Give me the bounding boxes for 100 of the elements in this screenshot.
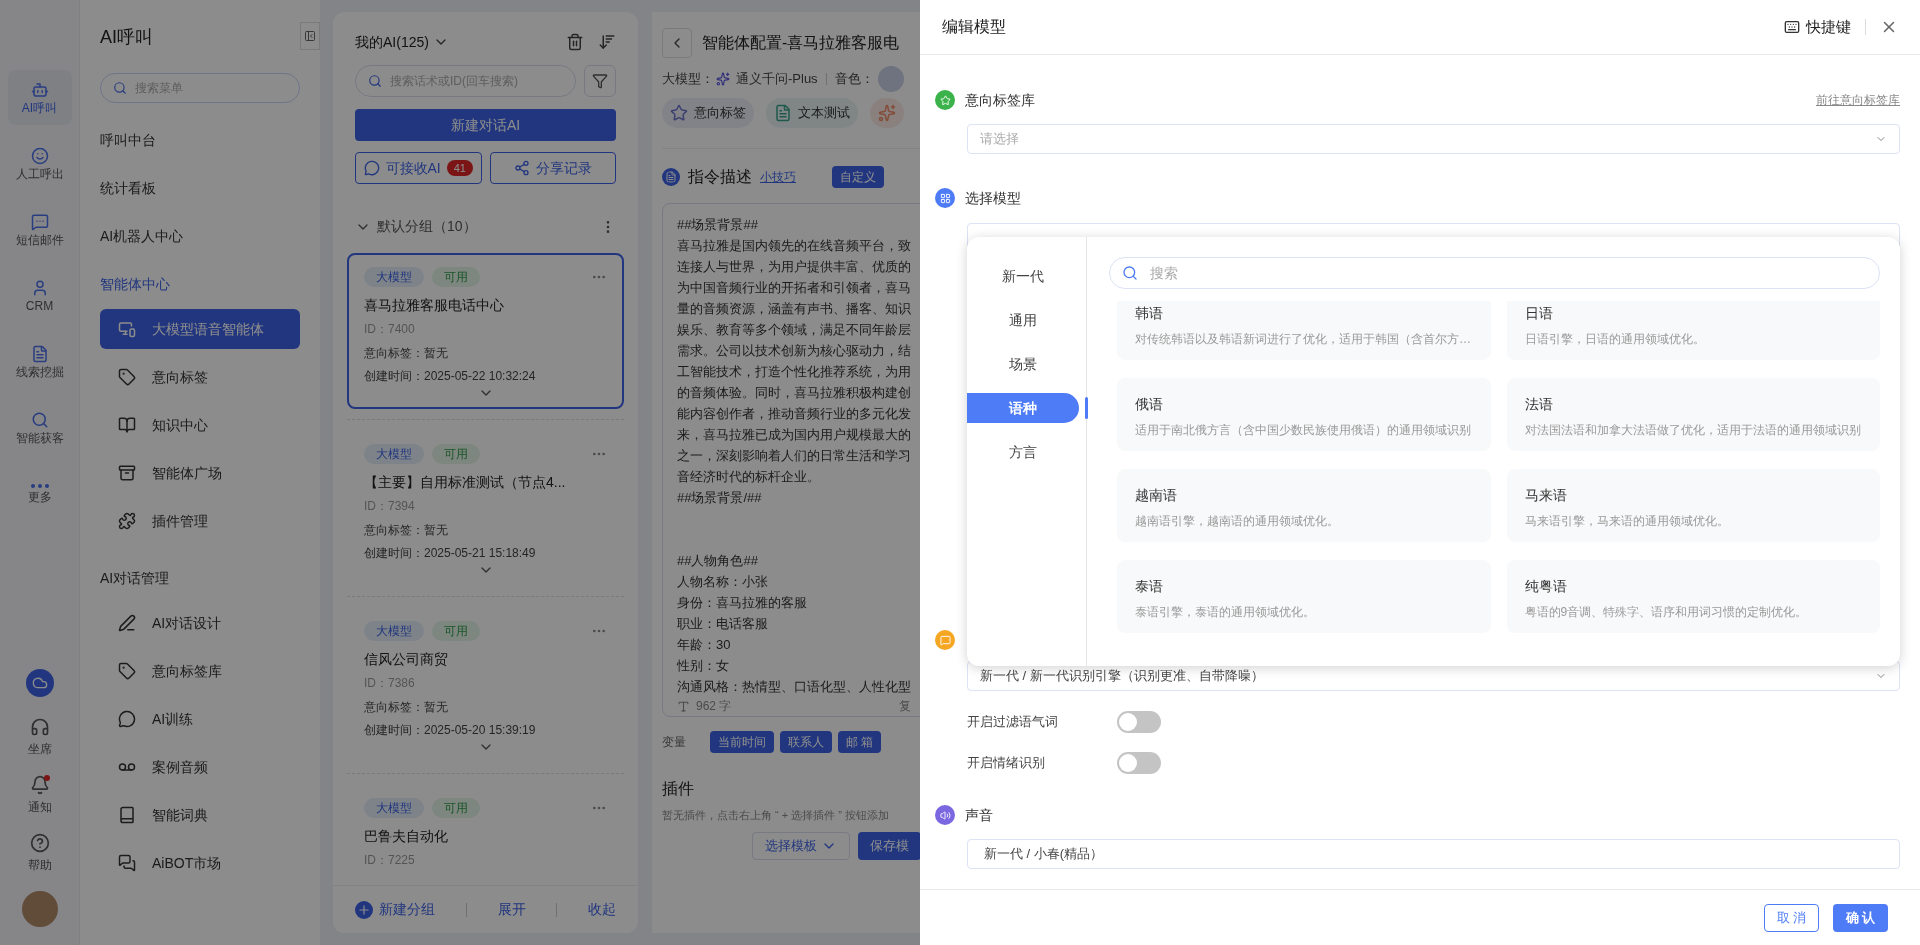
plus-icon[interactable] bbox=[355, 900, 373, 919]
category-tab[interactable]: 新一代 bbox=[967, 261, 1079, 291]
category-tab[interactable]: 方言 bbox=[967, 437, 1079, 467]
filter-button[interactable] bbox=[584, 65, 616, 97]
rail-item[interactable]: 通知 bbox=[27, 775, 52, 813]
menu-item[interactable]: 知识中心 bbox=[100, 405, 300, 445]
rail-item[interactable]: 更多 bbox=[7, 466, 72, 521]
model-option[interactable]: 韩语 对传统韩语以及韩语新词进行了优化，适用于韩国（含首尔方… bbox=[1117, 301, 1491, 360]
shortcut-link[interactable]: 快捷键 bbox=[1806, 15, 1851, 39]
collapse-icon[interactable] bbox=[304, 30, 316, 42]
cancel-button[interactable]: 取 消 bbox=[1764, 903, 1819, 932]
share-record-button[interactable]: 分享记录 bbox=[489, 152, 616, 184]
tool-button[interactable]: 意向标签 bbox=[662, 98, 754, 128]
rail-item[interactable]: CRM bbox=[7, 268, 72, 323]
ai-card[interactable]: 大模型 可用 喜马拉雅客服电话中心 ID：7400 意向标签：暂无 创建时间：2025-05-22 10:32:24 bbox=[347, 253, 624, 409]
keyboard-icon[interactable] bbox=[1784, 19, 1800, 35]
rail-item[interactable]: 线索挖掘 bbox=[7, 334, 72, 389]
variable-chip[interactable]: 联系人 bbox=[780, 731, 832, 753]
template-select-button[interactable]: 选择模板 bbox=[752, 831, 850, 860]
tool-button[interactable]: 文本测试 bbox=[766, 98, 858, 128]
rail-item[interactable]: 短信邮件 bbox=[7, 202, 72, 257]
menu-item[interactable]: 案例音频 bbox=[100, 747, 300, 787]
expand-link[interactable]: 展开 bbox=[497, 899, 526, 920]
selected-indicator bbox=[1085, 397, 1088, 419]
collapse-link[interactable]: 收起 bbox=[588, 899, 616, 920]
intent-library-link[interactable]: 前往意向标签库 bbox=[1816, 91, 1900, 109]
drawer-title: 编辑模型 bbox=[942, 17, 1006, 37]
filter-icon[interactable] bbox=[592, 73, 608, 89]
group-label[interactable]: 默认分组（10） bbox=[377, 216, 477, 237]
card-id: ID：7386 bbox=[364, 675, 416, 692]
category-tab[interactable]: 语种 bbox=[967, 393, 1079, 423]
card-id: ID：7225 bbox=[364, 852, 416, 869]
text-count-icon bbox=[677, 699, 690, 713]
rail-item[interactable]: AI呼叫 bbox=[7, 70, 72, 125]
ai-card[interactable]: 大模型 可用 巴鲁夫自动化 ID：7225 bbox=[347, 784, 624, 877]
instruction-line: 喜马拉雅是国内领先的在线音频平台，致 bbox=[677, 237, 912, 255]
tips-link[interactable]: 小技巧 bbox=[760, 168, 796, 186]
sort-icon[interactable] bbox=[598, 33, 616, 51]
rail-item[interactable]: 帮助 bbox=[27, 833, 52, 871]
card-intent: 意向标签：暂无 bbox=[364, 522, 449, 539]
model-option[interactable]: 马来语 马来语引擎，马来语的通用领域优化。 bbox=[1506, 469, 1880, 542]
instruction-line: 娱乐、教育等多个领域，满足不同年龄层 bbox=[677, 321, 912, 339]
menu-group[interactable]: 呼叫中台 bbox=[100, 129, 300, 151]
menu-item[interactable]: AiBOT市场 bbox=[100, 843, 300, 883]
instruction-line: 性别：女 bbox=[677, 657, 730, 675]
menu-item[interactable]: 意向标签 bbox=[100, 357, 300, 397]
custom-button[interactable]: 自定义 bbox=[832, 166, 884, 188]
variable-chip[interactable]: 邮 箱 bbox=[838, 731, 882, 753]
category-tab[interactable]: 场景 bbox=[967, 349, 1079, 379]
new-group-link[interactable]: 新建分组 bbox=[379, 899, 435, 920]
menu-item[interactable]: 大模型语音智能体 bbox=[100, 309, 300, 349]
menu-item[interactable]: 智能词典 bbox=[100, 795, 300, 835]
trash-icon[interactable] bbox=[566, 33, 584, 51]
intent-library-select[interactable]: 请选择 bbox=[967, 124, 1900, 154]
variable-chip[interactable]: 当前时间 bbox=[710, 731, 774, 753]
tool-button[interactable] bbox=[870, 98, 904, 128]
model-option[interactable]: 越南语 越南语引擎，越南语的通用领域优化。 bbox=[1117, 469, 1491, 542]
toggle-switch[interactable] bbox=[1117, 711, 1161, 733]
copy-link[interactable]: 复 bbox=[899, 697, 912, 715]
save-template-button[interactable]: 保存模 bbox=[858, 831, 920, 860]
toggle-switch[interactable] bbox=[1117, 752, 1161, 774]
book-icon bbox=[118, 806, 136, 824]
list-title[interactable]: 我的AI(125) bbox=[355, 31, 429, 53]
menu-item[interactable]: 意向标签库 bbox=[100, 651, 300, 691]
instruction-line: 人物名称：小张 bbox=[677, 573, 769, 591]
rail-item[interactable]: 人工呼出 bbox=[7, 136, 72, 191]
model-option[interactable]: 泰语 泰语引擎，泰语的通用领域优化。 bbox=[1117, 560, 1491, 633]
logo-icon[interactable] bbox=[25, 669, 54, 697]
model-option[interactable]: 纯粤语 粤语的9音调、特殊字、语序和用词习惯的定制优化。 bbox=[1506, 560, 1880, 633]
rail-item[interactable]: 坐席 bbox=[27, 717, 52, 755]
menu-item[interactable]: 插件管理 bbox=[100, 501, 300, 541]
confirm-button[interactable]: 确 认 bbox=[1833, 903, 1888, 932]
grid-icon bbox=[935, 188, 955, 208]
model-option[interactable]: 法语 对法国法语和加拿大法语做了优化，适用于法语的通用领域识别 bbox=[1506, 378, 1880, 451]
menu-group[interactable]: 统计看板 bbox=[100, 177, 300, 199]
category-tab[interactable]: 通用 bbox=[967, 305, 1079, 335]
section-label: 意向标签库 bbox=[965, 90, 1035, 110]
ai-card[interactable]: 大模型 可用 【主要】自用标准测试（节点4... ID：7394 意向标签：暂无 创建时间：2025-05-21 15:18:49 bbox=[347, 430, 624, 586]
collapse-button[interactable] bbox=[300, 22, 320, 50]
model-option[interactable]: 俄语 适用于南北俄方言（含中国少数民族使用俄语）的通用领域识别 bbox=[1117, 378, 1491, 451]
chat-icon bbox=[118, 854, 136, 872]
back-button[interactable] bbox=[662, 28, 692, 58]
receive-ai-button[interactable]: 可接收AI 41 bbox=[355, 152, 482, 184]
ai-card[interactable]: 大模型 可用 信风公司商贸 ID：7386 意向标签：暂无 创建时间：2025-05-20 15:39:19 bbox=[347, 607, 624, 763]
new-ai-button[interactable]: 新建对话AI bbox=[355, 109, 616, 141]
document-icon bbox=[662, 168, 680, 186]
menu-item[interactable]: AI对话设计 bbox=[100, 603, 300, 643]
menu-item[interactable]: 智能体广场 bbox=[100, 453, 300, 493]
card-created-time: 创建时间：2025-05-20 15:39:19 bbox=[364, 722, 537, 739]
instruction-line: 音经济时代的标杆企业。 bbox=[677, 468, 821, 486]
menu-group[interactable]: AI机器人中心 bbox=[100, 225, 300, 247]
avatar[interactable] bbox=[21, 891, 58, 927]
voice-select[interactable]: 新一代 / 小春(精品） bbox=[967, 839, 1900, 869]
menu-item[interactable]: AI训练 bbox=[100, 699, 300, 739]
rail-item[interactable]: 智能获客 bbox=[7, 400, 72, 455]
menu-group[interactable]: 智能体中心 bbox=[100, 273, 300, 295]
menu-group[interactable]: AI对话管理 bbox=[100, 567, 300, 589]
tag: 可用 bbox=[432, 267, 480, 287]
model-option[interactable]: 日语 日语引擎，日语的通用领域优化。 bbox=[1506, 301, 1880, 360]
instruction-line: 年龄：30 bbox=[677, 636, 732, 654]
